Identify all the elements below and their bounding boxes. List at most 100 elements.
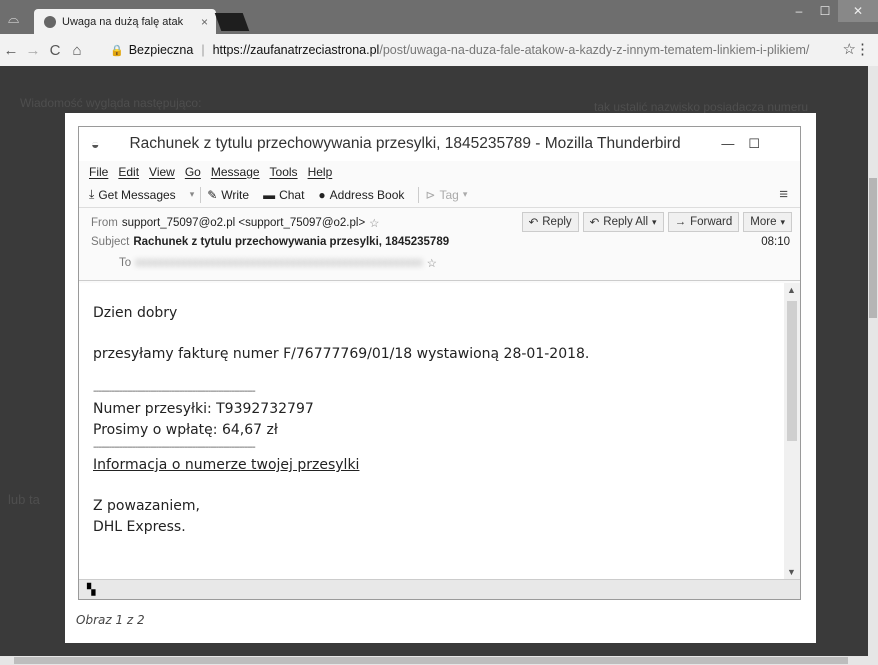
- menu-message[interactable]: Message: [211, 165, 260, 179]
- reply-all-icon: ↶: [589, 217, 600, 229]
- from-value[interactable]: support_75097@o2.pl <support_75097@o2.pl…: [122, 217, 365, 229]
- tracking-number: Numer przesyłki: T9392732797: [93, 401, 314, 417]
- tag-icon: ⊳: [425, 187, 436, 202]
- page-scrollbar[interactable]: [868, 66, 878, 656]
- secure-label: Bezpieczna: [128, 43, 194, 57]
- invoice-line: przesyłamy fakturę numer F/76777769/01/1…: [93, 346, 590, 362]
- menu-tools[interactable]: Tools: [270, 165, 298, 179]
- tracking-link[interactable]: Informacja o numerze twojej przesylki: [93, 455, 770, 476]
- forward-arrow-icon: →: [674, 216, 687, 228]
- star-icon[interactable]: ☆: [369, 216, 379, 230]
- back-icon[interactable]: ←: [0, 42, 22, 59]
- subject-value: Rachunek z tytulu przechowywania przesyl…: [133, 236, 450, 248]
- separator-line: ----------------------------------------…: [93, 386, 256, 397]
- browser-toolbar: ← → C ⌂ 🔒 Bezpieczna | https://zaufanatr…: [0, 34, 878, 66]
- subject-row: Subject Rachunek z tytulu przechowywania…: [91, 236, 449, 248]
- payment-amount: Prosimy o wpłatę: 64,67 zł: [93, 422, 278, 438]
- menu-help[interactable]: Help: [308, 165, 333, 179]
- tb-minimize-icon[interactable]: —: [721, 136, 734, 152]
- hscroll-thumb[interactable]: [14, 657, 848, 664]
- tab-close-icon[interactable]: ×: [201, 15, 208, 29]
- get-messages-label: Get Messages: [98, 187, 176, 202]
- chat-label: Chat: [279, 187, 305, 202]
- reload-icon[interactable]: C: [44, 42, 66, 59]
- more-label: More: [750, 216, 777, 228]
- omnibox-separator: |: [201, 43, 205, 57]
- tb-menubar: File Edit View Go Message Tools Help: [79, 161, 800, 182]
- maximize-icon[interactable]: ☐: [812, 0, 838, 22]
- window-controls: – ☐ ✕: [786, 0, 878, 26]
- message-actions: ↶ Reply ↶ Reply All ▾ → Forward More ▾: [521, 212, 792, 232]
- message-time: 08:10: [761, 236, 790, 248]
- from-row: From support_75097@o2.pl <support_75097@…: [91, 216, 379, 230]
- tag-button[interactable]: ⊳ Tag ▾: [425, 188, 475, 202]
- closing: Z powazaniem,: [93, 498, 200, 514]
- write-button[interactable]: ✎ Write: [207, 188, 257, 202]
- dropdown-icon: ▾: [462, 189, 468, 199]
- address-bar[interactable]: 🔒 Bezpieczna | https://zaufanatrzeciastr…: [110, 38, 828, 62]
- lightbox-caption: Obraz 1 z 2: [76, 613, 145, 627]
- chat-icon: ▬: [263, 187, 276, 202]
- message-body: Dzien dobry przesyłamy fakturę numer F/7…: [79, 283, 784, 579]
- tb-titlebar: ◒ Rachunek z tytulu przechowywania przes…: [79, 127, 800, 161]
- address-book-button[interactable]: ● Address Book: [318, 188, 412, 202]
- download-icon: ⤓: [89, 187, 95, 201]
- to-row: To xxxxxxxxxxxxxxxxxxxxxxxxxxxxxxxxxxxxx…: [119, 256, 437, 270]
- reply-all-button[interactable]: ↶ Reply All ▾: [582, 212, 664, 232]
- forward-button[interactable]: → Forward: [667, 212, 740, 232]
- bookmark-star-icon[interactable]: ☆: [843, 40, 856, 58]
- hamburger-menu-icon[interactable]: ≡: [779, 186, 788, 203]
- get-messages-button[interactable]: ⤓ Get Messages: [89, 187, 184, 202]
- minimize-icon[interactable]: –: [786, 0, 812, 22]
- message-scrollbar[interactable]: ▲ ▼: [784, 283, 800, 579]
- dropdown-icon[interactable]: ▾: [190, 189, 195, 200]
- tab-title: Uwaga na dużą falę atak: [62, 16, 184, 28]
- scroll-down-icon[interactable]: ▼: [787, 567, 796, 577]
- signature: DHL Express.: [93, 519, 186, 535]
- browser-titlebar: ⌓ Uwaga na dużą falę atak × – ☐ ✕: [0, 0, 878, 35]
- tag-label: Tag: [439, 187, 459, 202]
- close-window-icon[interactable]: ✕: [838, 0, 878, 22]
- menu-edit[interactable]: Edit: [118, 165, 139, 179]
- page-hscrollbar[interactable]: [0, 656, 878, 665]
- reply-all-label: Reply All: [603, 216, 649, 228]
- browser-menu-icon[interactable]: ⋮: [855, 40, 870, 58]
- reply-label: Reply: [542, 216, 572, 228]
- thunderbird-window: ◒ Rachunek z tytulu przechowywania przes…: [78, 126, 801, 600]
- message-scroll-thumb[interactable]: [787, 301, 797, 441]
- scroll-thumb[interactable]: [869, 178, 877, 318]
- menu-go[interactable]: Go: [185, 165, 201, 179]
- lock-icon: 🔒: [110, 44, 124, 57]
- tb-maximize-icon[interactable]: ☐: [748, 136, 760, 152]
- forward-icon[interactable]: →: [22, 42, 44, 59]
- star-icon[interactable]: ☆: [427, 256, 437, 270]
- scroll-up-icon[interactable]: ▲: [787, 285, 796, 295]
- menu-file[interactable]: File: [89, 165, 108, 179]
- person-icon: ●: [318, 187, 326, 202]
- bg-text: tak ustalić nazwisko posiadacza numeru: [594, 100, 809, 114]
- greeting: Dzien dobry: [93, 305, 178, 321]
- bg-text: lub ta: [8, 492, 40, 507]
- tb-window-controls: — ☐: [721, 136, 760, 152]
- dropdown-icon: ▾: [652, 216, 657, 227]
- to-value: xxxxxxxxxxxxxxxxxxxxxxxxxxxxxxxxxxxxxxxx…: [135, 257, 423, 269]
- bg-text: Wiadomość wygląda następująco:: [20, 96, 202, 110]
- divider: [418, 186, 420, 203]
- reply-button[interactable]: ↶ Reply: [521, 212, 579, 232]
- new-tab-button[interactable]: [214, 13, 250, 31]
- write-label: Write: [221, 187, 250, 202]
- incognito-icon: ⌓: [8, 10, 20, 26]
- home-icon[interactable]: ⌂: [66, 42, 88, 59]
- pencil-icon: ✎: [207, 187, 218, 202]
- tb-window-title: Rachunek z tytulu przechowywania przesyl…: [129, 135, 681, 152]
- more-button[interactable]: More ▾: [743, 212, 792, 232]
- tb-statusbar: ▚: [79, 579, 800, 599]
- to-label: To: [119, 257, 132, 269]
- tb-toolbar: ⤓ Get Messages ▾ ✎ Write ▬ Chat ● Address Bo…: [79, 182, 800, 208]
- menu-view[interactable]: View: [149, 165, 175, 179]
- url-host: https://zaufanatrzeciastrona.pl: [212, 43, 380, 57]
- chat-button[interactable]: ▬ Chat: [263, 188, 312, 202]
- divider: [200, 186, 202, 203]
- browser-tab[interactable]: Uwaga na dużą falę atak ×: [34, 9, 216, 35]
- favicon-icon: [44, 16, 56, 28]
